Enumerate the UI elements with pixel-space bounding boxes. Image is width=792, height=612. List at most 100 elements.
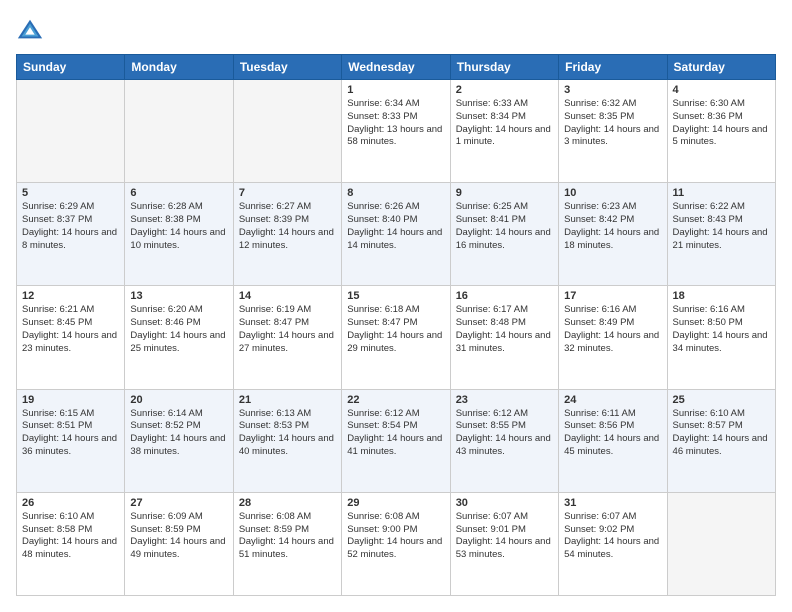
weekday-header-cell: Saturday [667,55,775,80]
day-info: Sunrise: 6:13 AMSunset: 8:53 PMDaylight:… [239,408,336,459]
day-info: Sunrise: 6:08 AMSunset: 9:00 PMDaylight:… [347,511,444,562]
day-number: 4 [673,84,770,96]
calendar-table: SundayMondayTuesdayWednesdayThursdayFrid… [16,54,776,596]
day-info: Sunrise: 6:08 AMSunset: 8:59 PMDaylight:… [239,511,336,562]
calendar-day-cell: 6 Sunrise: 6:28 AMSunset: 8:38 PMDaylight… [125,183,233,286]
calendar-day-cell: 10 Sunrise: 6:23 AMSunset: 8:42 PMDayligh… [559,183,667,286]
weekday-header-cell: Wednesday [342,55,450,80]
weekday-header-cell: Tuesday [233,55,341,80]
day-number: 30 [456,497,553,509]
calendar-day-cell: 1 Sunrise: 6:34 AMSunset: 8:33 PMDaylight… [342,80,450,183]
day-info: Sunrise: 6:32 AMSunset: 8:35 PMDaylight:… [564,98,661,149]
calendar-body: 1 Sunrise: 6:34 AMSunset: 8:33 PMDaylight… [17,80,776,596]
calendar-day-cell [125,80,233,183]
calendar-day-cell: 24 Sunrise: 6:11 AMSunset: 8:56 PMDayligh… [559,389,667,492]
calendar-day-cell: 28 Sunrise: 6:08 AMSunset: 8:59 PMDayligh… [233,492,341,595]
day-info: Sunrise: 6:12 AMSunset: 8:55 PMDaylight:… [456,408,553,459]
day-info: Sunrise: 6:10 AMSunset: 8:58 PMDaylight:… [22,511,119,562]
day-number: 7 [239,187,336,199]
calendar-day-cell: 14 Sunrise: 6:19 AMSunset: 8:47 PMDayligh… [233,286,341,389]
day-number: 23 [456,394,553,406]
day-number: 13 [130,290,227,302]
day-info: Sunrise: 6:15 AMSunset: 8:51 PMDaylight:… [22,408,119,459]
calendar-day-cell: 18Sunrise: 6:16 AMSunset: 8:50 PMDayligh… [667,286,775,389]
day-info: Sunrise: 6:21 AMSunset: 8:45 PMDaylight:… [22,304,119,355]
day-number: 25 [673,394,770,406]
day-number: 17 [564,290,661,302]
day-number: 1 [347,84,444,96]
calendar-day-cell: 26 Sunrise: 6:10 AMSunset: 8:58 PMDayligh… [17,492,125,595]
calendar-day-cell: 7 Sunrise: 6:27 AMSunset: 8:39 PMDaylight… [233,183,341,286]
day-info: Sunrise: 6:25 AMSunset: 8:41 PMDaylight:… [456,201,553,252]
day-number: 16 [456,290,553,302]
day-info: Sunrise: 6:34 AMSunset: 8:33 PMDaylight:… [347,98,444,149]
day-number: 6 [130,187,227,199]
day-number: 10 [564,187,661,199]
day-info: Sunrise: 6:27 AMSunset: 8:39 PMDaylight:… [239,201,336,252]
day-info: Sunrise: 6:19 AMSunset: 8:47 PMDaylight:… [239,304,336,355]
day-info: Sunrise: 6:16 AMSunset: 8:49 PMDaylight:… [564,304,661,355]
calendar-day-cell: 9 Sunrise: 6:25 AMSunset: 8:41 PMDaylight… [450,183,558,286]
day-number: 8 [347,187,444,199]
day-number: 26 [22,497,119,509]
calendar-day-cell: 17 Sunrise: 6:16 AMSunset: 8:49 PMDayligh… [559,286,667,389]
logo-icon [16,16,44,44]
calendar-day-cell: 23 Sunrise: 6:12 AMSunset: 8:55 PMDayligh… [450,389,558,492]
day-number: 24 [564,394,661,406]
calendar-day-cell: 2Sunrise: 6:33 AMSunset: 8:34 PMDaylight… [450,80,558,183]
day-info: Sunrise: 6:14 AMSunset: 8:52 PMDaylight:… [130,408,227,459]
calendar-day-cell: 31Sunrise: 6:07 AMSunset: 9:02 PMDayligh… [559,492,667,595]
header [16,16,776,44]
calendar-day-cell: 27Sunrise: 6:09 AMSunset: 8:59 PMDayligh… [125,492,233,595]
day-info: Sunrise: 6:12 AMSunset: 8:54 PMDaylight:… [347,408,444,459]
calendar-day-cell: 11Sunrise: 6:22 AMSunset: 8:43 PMDayligh… [667,183,775,286]
calendar-day-cell: 29 Sunrise: 6:08 AMSunset: 9:00 PMDayligh… [342,492,450,595]
day-number: 28 [239,497,336,509]
day-number: 12 [22,290,119,302]
day-number: 19 [22,394,119,406]
calendar-day-cell: 22 Sunrise: 6:12 AMSunset: 8:54 PMDayligh… [342,389,450,492]
calendar-week-row: 1 Sunrise: 6:34 AMSunset: 8:33 PMDaylight… [17,80,776,183]
weekday-header-cell: Monday [125,55,233,80]
calendar-day-cell [17,80,125,183]
calendar-day-cell [233,80,341,183]
day-info: Sunrise: 6:11 AMSunset: 8:56 PMDaylight:… [564,408,661,459]
day-info: Sunrise: 6:29 AMSunset: 8:37 PMDaylight:… [22,201,119,252]
calendar-week-row: 26 Sunrise: 6:10 AMSunset: 8:58 PMDayligh… [17,492,776,595]
day-info: Sunrise: 6:28 AMSunset: 8:38 PMDaylight:… [130,201,227,252]
day-info: Sunrise: 6:20 AMSunset: 8:46 PMDaylight:… [130,304,227,355]
calendar-day-cell: 19 Sunrise: 6:15 AMSunset: 8:51 PMDayligh… [17,389,125,492]
day-number: 11 [673,187,770,199]
weekday-header-cell: Sunday [17,55,125,80]
day-info: Sunrise: 6:17 AMSunset: 8:48 PMDaylight:… [456,304,553,355]
calendar-day-cell: 20 Sunrise: 6:14 AMSunset: 8:52 PMDayligh… [125,389,233,492]
weekday-header-cell: Friday [559,55,667,80]
weekday-header-row: SundayMondayTuesdayWednesdayThursdayFrid… [17,55,776,80]
day-number: 2 [456,84,553,96]
day-info: Sunrise: 6:10 AMSunset: 8:57 PMDaylight:… [673,408,770,459]
day-number: 9 [456,187,553,199]
day-number: 14 [239,290,336,302]
calendar-day-cell [667,492,775,595]
day-number: 3 [564,84,661,96]
day-number: 5 [22,187,119,199]
calendar-day-cell: 13 Sunrise: 6:20 AMSunset: 8:46 PMDayligh… [125,286,233,389]
day-number: 29 [347,497,444,509]
logo [16,16,48,44]
calendar-day-cell: 5 Sunrise: 6:29 AMSunset: 8:37 PMDaylight… [17,183,125,286]
day-number: 18 [673,290,770,302]
calendar-day-cell: 12 Sunrise: 6:21 AMSunset: 8:45 PMDayligh… [17,286,125,389]
day-info: Sunrise: 6:23 AMSunset: 8:42 PMDaylight:… [564,201,661,252]
day-number: 22 [347,394,444,406]
calendar-header: SundayMondayTuesdayWednesdayThursdayFrid… [17,55,776,80]
day-info: Sunrise: 6:07 AMSunset: 9:01 PMDaylight:… [456,511,553,562]
day-number: 20 [130,394,227,406]
day-info: Sunrise: 6:18 AMSunset: 8:47 PMDaylight:… [347,304,444,355]
day-number: 27 [130,497,227,509]
day-info: Sunrise: 6:30 AMSunset: 8:36 PMDaylight:… [673,98,770,149]
calendar-day-cell: 15Sunrise: 6:18 AMSunset: 8:47 PMDayligh… [342,286,450,389]
calendar-day-cell: 8Sunrise: 6:26 AMSunset: 8:40 PMDaylight… [342,183,450,286]
calendar-week-row: 12 Sunrise: 6:21 AMSunset: 8:45 PMDayligh… [17,286,776,389]
calendar-day-cell: 30 Sunrise: 6:07 AMSunset: 9:01 PMDayligh… [450,492,558,595]
day-number: 31 [564,497,661,509]
